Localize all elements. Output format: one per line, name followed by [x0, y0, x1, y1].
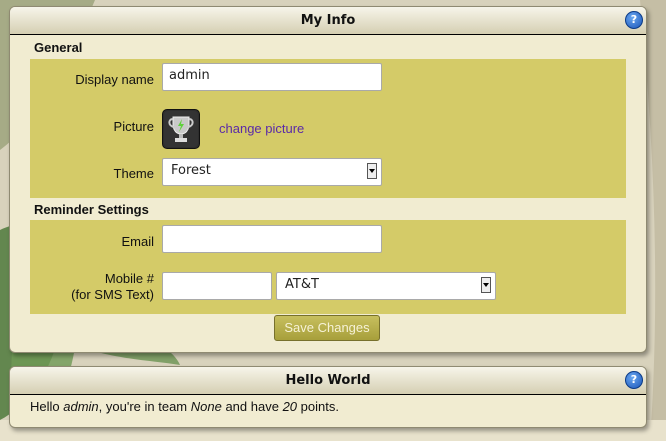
hello-user: admin	[63, 399, 99, 414]
general-section-title: General	[34, 40, 83, 55]
mobile-label-line2: (for SMS Text)	[71, 287, 154, 302]
hello-world-title: Hello World	[285, 373, 371, 388]
general-section: Display name admin Picture change pictur…	[30, 59, 626, 198]
save-changes-button[interactable]: Save Changes	[274, 315, 380, 341]
change-picture-link[interactable]: change picture	[219, 121, 304, 136]
mobile-input[interactable]	[162, 272, 272, 300]
hello-points: 20	[282, 399, 298, 414]
hello-world-panel: Hello World ? Hello admin, you're in tea…	[9, 366, 647, 428]
question-circle-icon[interactable]: ?	[625, 11, 643, 29]
email-label: Email	[121, 234, 154, 249]
hello-world-header: Hello World ?	[10, 367, 646, 395]
display-name-label: Display name	[75, 72, 154, 87]
mobile-label: Mobile # (for SMS Text)	[30, 271, 154, 303]
trophy-icon[interactable]	[162, 109, 200, 149]
theme-select[interactable]: Forest	[162, 158, 382, 186]
theme-select-value: Forest	[171, 163, 211, 178]
my-info-title: My Info	[300, 13, 356, 28]
my-info-header: My Info ?	[10, 7, 646, 35]
hello-points-suffix: points.	[297, 399, 339, 414]
hello-message: Hello admin, you're in team None and hav…	[30, 399, 339, 414]
hello-have: and have	[221, 399, 283, 414]
hello-team: None	[190, 399, 222, 414]
picture-label: Picture	[113, 119, 154, 134]
hello-prefix: Hello	[30, 399, 64, 414]
hello-team-prefix: , you're in team	[98, 399, 191, 414]
chevron-down-icon[interactable]	[481, 277, 491, 293]
theme-label: Theme	[113, 166, 154, 181]
mobile-label-line1: Mobile #	[104, 271, 154, 286]
question-circle-icon[interactable]: ?	[625, 371, 643, 389]
carrier-select[interactable]: AT&T	[276, 272, 496, 300]
my-info-panel: My Info ? General Display name admin Pic…	[9, 6, 647, 353]
carrier-select-value: AT&T	[285, 277, 319, 292]
display-name-input[interactable]: admin	[162, 63, 382, 91]
chevron-down-icon[interactable]	[367, 163, 377, 179]
email-input[interactable]	[162, 225, 382, 253]
reminder-section-title: Reminder Settings	[34, 202, 149, 217]
reminder-section: Email Mobile # (for SMS Text) AT&T	[30, 220, 626, 314]
